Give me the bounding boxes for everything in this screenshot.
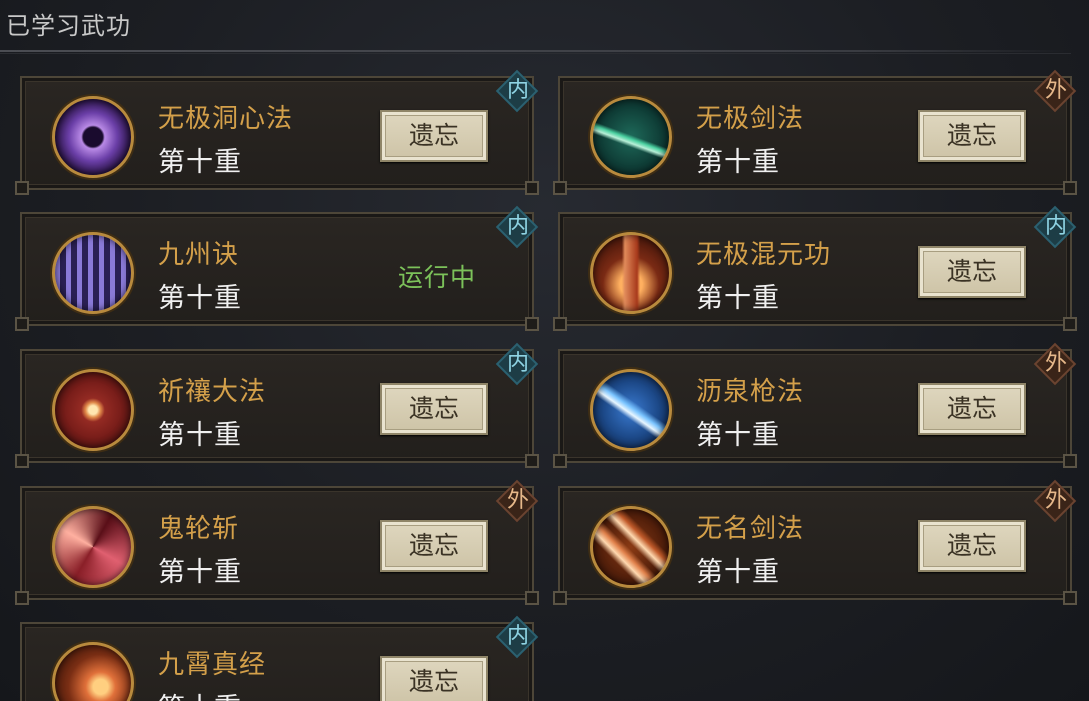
skill-name: 无极剑法 bbox=[696, 104, 805, 134]
skill-name: 九州诀 bbox=[158, 240, 240, 270]
forget-button[interactable]: 遗忘 bbox=[380, 110, 488, 162]
skill-name: 沥泉枪法 bbox=[696, 377, 805, 407]
red-star-icon bbox=[52, 369, 134, 451]
skill-card: 九州诀 第十重 运行中 内 bbox=[15, 205, 539, 331]
outer-type-badge: 外 bbox=[495, 479, 540, 524]
forget-button[interactable]: 遗忘 bbox=[918, 246, 1026, 298]
forget-button[interactable]: 遗忘 bbox=[380, 383, 488, 435]
outer-type-badge: 外 bbox=[1033, 479, 1078, 524]
skill-card: 祈禳大法 第十重 遗忘 内 bbox=[15, 342, 539, 468]
green-sword-icon bbox=[590, 96, 672, 178]
purple-pillars-icon bbox=[52, 232, 134, 314]
skill-level: 第十重 bbox=[696, 147, 780, 178]
inner-type-badge: 内 bbox=[495, 615, 540, 660]
skill-level: 第十重 bbox=[696, 557, 780, 588]
skill-level: 第十重 bbox=[696, 283, 780, 314]
skill-card: 鬼轮斩 第十重 遗忘 外 bbox=[15, 479, 539, 605]
outer-type-badge: 外 bbox=[1033, 69, 1078, 114]
forget-button[interactable]: 遗忘 bbox=[380, 520, 488, 572]
skill-card: 无极混元功 第十重 遗忘 内 bbox=[553, 205, 1077, 331]
skill-level: 第十重 bbox=[158, 283, 242, 314]
skill-level: 第十重 bbox=[158, 557, 242, 588]
inner-type-badge: 内 bbox=[495, 205, 540, 250]
fire-pillar-icon bbox=[590, 232, 672, 314]
skill-level: 第十重 bbox=[696, 420, 780, 451]
skill-name: 无极混元功 bbox=[696, 240, 832, 270]
orange-arrow-icon bbox=[590, 506, 672, 588]
skill-name: 无极洞心法 bbox=[158, 104, 294, 134]
skill-card: 无名剑法 第十重 遗忘 外 bbox=[553, 479, 1077, 605]
inner-type-badge: 内 bbox=[1033, 205, 1078, 250]
skill-name: 九霄真经 bbox=[158, 650, 267, 680]
skill-level: 第十重 bbox=[158, 686, 242, 701]
skill-name: 无名剑法 bbox=[696, 514, 805, 544]
skill-level: 第十重 bbox=[158, 420, 242, 451]
forget-button[interactable]: 遗忘 bbox=[918, 383, 1026, 435]
skill-name: 鬼轮斩 bbox=[158, 514, 240, 544]
skill-card: 沥泉枪法 第十重 遗忘 外 bbox=[553, 342, 1077, 468]
skill-card: 无极剑法 第十重 遗忘 外 bbox=[553, 69, 1077, 195]
skill-level: 第十重 bbox=[158, 147, 242, 178]
header-divider-shadow bbox=[0, 53, 1071, 54]
skill-name: 祈禳大法 bbox=[158, 377, 267, 407]
purple-vortex-icon bbox=[52, 96, 134, 178]
panel-header: 已学习武功 bbox=[0, 0, 1089, 54]
flame-book-icon bbox=[52, 642, 134, 701]
skill-card: 无极洞心法 第十重 遗忘 内 bbox=[15, 69, 539, 195]
skill-card: 九霄真经 第十重 遗忘 内 bbox=[20, 615, 539, 701]
forget-button[interactable]: 遗忘 bbox=[918, 520, 1026, 572]
forget-button[interactable]: 遗忘 bbox=[918, 110, 1026, 162]
outer-type-badge: 外 bbox=[1033, 342, 1078, 387]
blue-spear-icon bbox=[590, 369, 672, 451]
header-divider bbox=[0, 50, 1071, 52]
panel-title: 已学习武功 bbox=[6, 12, 131, 40]
red-swirl-icon bbox=[52, 506, 134, 588]
running-status: 运行中 bbox=[398, 263, 477, 292]
inner-type-badge: 内 bbox=[495, 69, 540, 114]
forget-button[interactable]: 遗忘 bbox=[380, 656, 488, 701]
inner-type-badge: 内 bbox=[495, 342, 540, 387]
